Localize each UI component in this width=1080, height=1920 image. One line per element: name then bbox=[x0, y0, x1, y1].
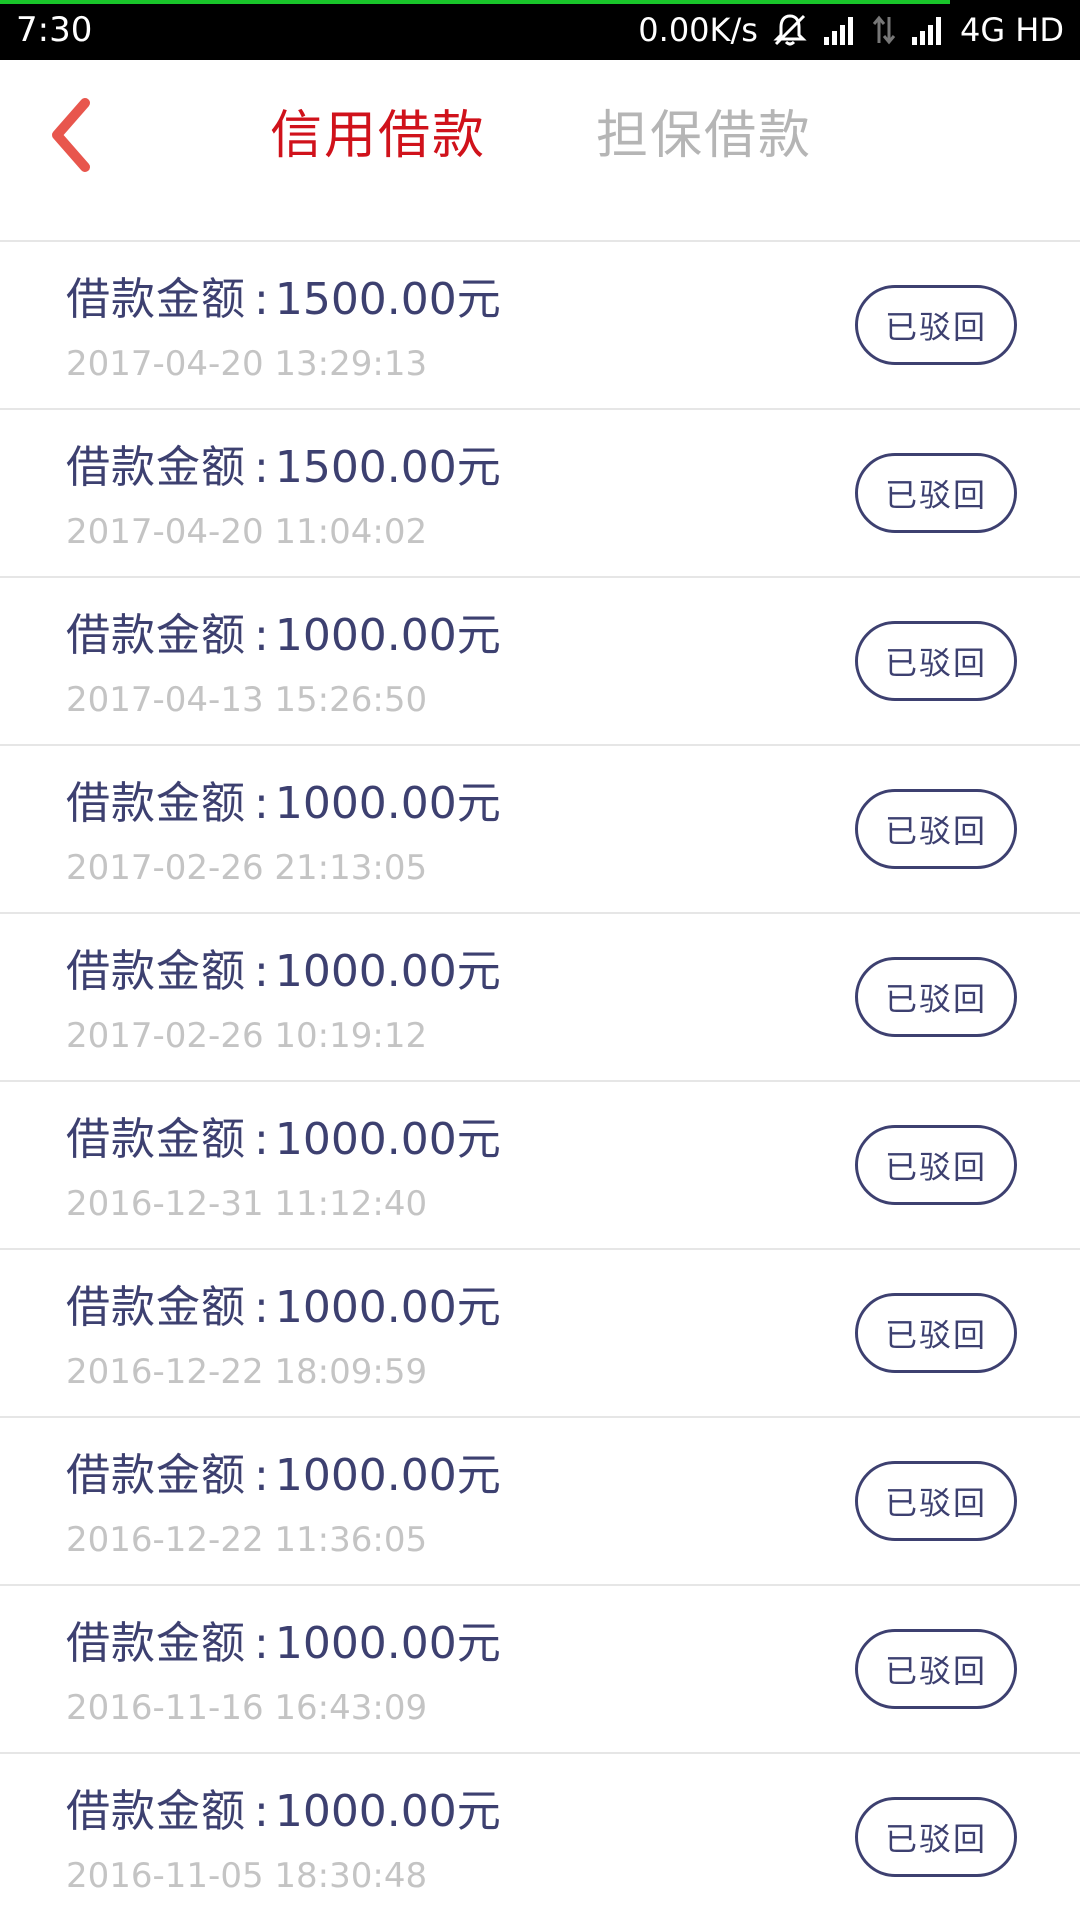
status-badge[interactable]: 已驳回 bbox=[855, 285, 1017, 365]
amount-value: 1000.00元 bbox=[274, 1114, 501, 1165]
amount-label: 借款金额 bbox=[66, 1282, 246, 1333]
list-item[interactable]: 借款金额:1000.00元 2016-12-22 18:09:59 已驳回 bbox=[0, 1250, 1080, 1418]
amount-colon: : bbox=[254, 1450, 269, 1501]
notification-muted-icon bbox=[772, 12, 808, 48]
list-item[interactable]: 借款金额:1000.00元 2016-12-31 11:12:40 已驳回 bbox=[0, 1082, 1080, 1250]
amount-label: 借款金额 bbox=[66, 1450, 246, 1501]
amount-colon: : bbox=[254, 946, 269, 997]
status-badge[interactable]: 已驳回 bbox=[855, 957, 1017, 1037]
list-item[interactable]: 借款金额:1000.00元 2016-11-05 18:30:48 已驳回 bbox=[0, 1754, 1080, 1920]
status-badge[interactable]: 已驳回 bbox=[855, 1125, 1017, 1205]
loan-date: 2016-12-31 11:12:40 bbox=[66, 1184, 428, 1224]
loan-amount: 借款金额:1500.00元 bbox=[66, 272, 501, 328]
list-item[interactable]: 借款金额:1000.00元 2017-02-26 10:19:12 已驳回 bbox=[0, 914, 1080, 1082]
loan-date: 2016-12-22 11:36:05 bbox=[66, 1520, 428, 1560]
network-type: 4G HD bbox=[959, 11, 1064, 49]
amount-colon: : bbox=[254, 442, 269, 493]
status-bar: 7:30 0.00K/s 4G HD bbox=[0, 0, 1080, 60]
loan-amount: 借款金额:1500.00元 bbox=[66, 440, 501, 496]
signal-icon bbox=[910, 15, 946, 45]
status-badge[interactable]: 已驳回 bbox=[855, 1629, 1017, 1709]
network-speed: 0.00K/s bbox=[638, 11, 758, 49]
amount-label: 借款金额 bbox=[66, 442, 246, 493]
amount-label: 借款金额 bbox=[66, 610, 246, 661]
loan-amount: 借款金额:1000.00元 bbox=[66, 1784, 501, 1840]
partial-list-item bbox=[0, 210, 1080, 242]
amount-colon: : bbox=[254, 1618, 269, 1669]
signal-icon bbox=[822, 15, 858, 45]
amount-colon: : bbox=[254, 778, 269, 829]
amount-label: 借款金额 bbox=[66, 274, 246, 325]
amount-value: 1000.00元 bbox=[274, 1618, 501, 1669]
list-item[interactable]: 借款金额:1000.00元 2017-02-26 21:13:05 已驳回 bbox=[0, 746, 1080, 914]
loan-date: 2016-11-16 16:43:09 bbox=[66, 1688, 428, 1728]
status-badge[interactable]: 已驳回 bbox=[855, 789, 1017, 869]
loan-date: 2017-04-13 15:26:50 bbox=[66, 680, 428, 720]
amount-value: 1500.00元 bbox=[274, 274, 501, 325]
list-item[interactable]: 借款金额:1500.00元 2017-04-20 11:04:02 已驳回 bbox=[0, 410, 1080, 578]
loan-amount: 借款金额:1000.00元 bbox=[66, 1112, 501, 1168]
loan-date: 2016-12-22 18:09:59 bbox=[66, 1352, 428, 1392]
chevron-left-icon bbox=[52, 98, 90, 172]
amount-value: 1000.00元 bbox=[274, 1450, 501, 1501]
tab-guarantee-loan[interactable]: 担保借款 bbox=[596, 100, 812, 172]
amount-colon: : bbox=[254, 610, 269, 661]
status-time: 7:30 bbox=[16, 10, 93, 50]
amount-value: 1000.00元 bbox=[274, 1282, 501, 1333]
list-item[interactable]: 借款金额:1000.00元 2016-12-22 11:36:05 已驳回 bbox=[0, 1418, 1080, 1586]
list-item[interactable]: 借款金额:1500.00元 2017-04-20 13:29:13 已驳回 bbox=[0, 242, 1080, 410]
loan-rows: 借款金额:1500.00元 2017-04-20 13:29:13 已驳回 借款… bbox=[0, 242, 1080, 1920]
status-badge[interactable]: 已驳回 bbox=[855, 1293, 1017, 1373]
amount-colon: : bbox=[254, 1282, 269, 1333]
amount-colon: : bbox=[254, 274, 269, 325]
loan-amount: 借款金额:1000.00元 bbox=[66, 1448, 501, 1504]
amount-label: 借款金额 bbox=[66, 1114, 246, 1165]
amount-label: 借款金额 bbox=[66, 1786, 246, 1837]
amount-label: 借款金额 bbox=[66, 946, 246, 997]
header: 信用借款 担保借款 bbox=[0, 60, 1080, 210]
loan-date: 2017-02-26 10:19:12 bbox=[66, 1016, 428, 1056]
amount-value: 1000.00元 bbox=[274, 946, 501, 997]
status-badge[interactable]: 已驳回 bbox=[855, 1797, 1017, 1877]
loan-date: 2017-04-20 13:29:13 bbox=[66, 344, 428, 384]
loan-amount: 借款金额:1000.00元 bbox=[66, 776, 501, 832]
status-indicators: 0.00K/s 4G HD bbox=[638, 8, 1064, 52]
amount-value: 1000.00元 bbox=[274, 610, 501, 661]
status-badge[interactable]: 已驳回 bbox=[855, 1461, 1017, 1541]
loan-amount: 借款金额:1000.00元 bbox=[66, 1616, 501, 1672]
loan-amount: 借款金额:1000.00元 bbox=[66, 1280, 501, 1336]
loan-list[interactable]: 借款金额:1500.00元 2017-04-20 13:29:13 已驳回 借款… bbox=[0, 210, 1080, 1920]
back-button[interactable] bbox=[40, 95, 100, 175]
loading-progress-bar bbox=[0, 0, 950, 4]
amount-value: 1500.00元 bbox=[274, 442, 501, 493]
status-badge[interactable]: 已驳回 bbox=[855, 453, 1017, 533]
tab-credit-loan[interactable]: 信用借款 bbox=[270, 100, 486, 172]
list-item[interactable]: 借款金额:1000.00元 2016-11-16 16:43:09 已驳回 bbox=[0, 1586, 1080, 1754]
amount-colon: : bbox=[254, 1114, 269, 1165]
loan-amount: 借款金额:1000.00元 bbox=[66, 608, 501, 664]
amount-colon: : bbox=[254, 1786, 269, 1837]
loan-amount: 借款金额:1000.00元 bbox=[66, 944, 501, 1000]
data-transfer-icon bbox=[872, 15, 896, 45]
amount-value: 1000.00元 bbox=[274, 778, 501, 829]
list-item[interactable]: 借款金额:1000.00元 2017-04-13 15:26:50 已驳回 bbox=[0, 578, 1080, 746]
amount-value: 1000.00元 bbox=[274, 1786, 501, 1837]
status-badge[interactable]: 已驳回 bbox=[855, 621, 1017, 701]
loan-date: 2017-04-20 11:04:02 bbox=[66, 512, 428, 552]
loan-date: 2017-02-26 21:13:05 bbox=[66, 848, 428, 888]
amount-label: 借款金额 bbox=[66, 1618, 246, 1669]
loan-date: 2016-11-05 18:30:48 bbox=[66, 1856, 428, 1896]
amount-label: 借款金额 bbox=[66, 778, 246, 829]
